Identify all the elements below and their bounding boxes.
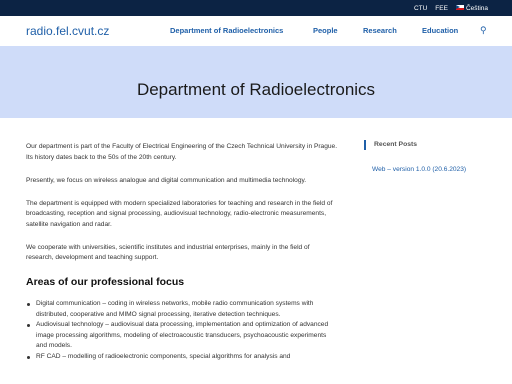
- laboratories-paragraph: The department is equipped with modern s…: [26, 199, 333, 228]
- nav-item-department[interactable]: Department of Radioelectronics: [170, 26, 283, 35]
- language-label: Čeština: [465, 4, 488, 12]
- ctu-link[interactable]: CTU: [414, 5, 427, 12]
- language-switch[interactable]: Čeština: [455, 4, 488, 12]
- page-title: Department of Radioelectronics: [136, 80, 376, 99]
- list-item: Digital communication – coding in wirele…: [26, 299, 338, 320]
- nav-item-people[interactable]: People: [313, 26, 338, 35]
- czech-flag-icon: [455, 5, 464, 11]
- main-nav: Department of Radioelectronics People Re…: [0, 25, 512, 38]
- page-hero: Department of Radioelectronics: [0, 46, 512, 118]
- list-item: Audiovisual technology – audiovisual dat…: [26, 320, 338, 352]
- top-bar: CTU FEE Čeština: [0, 0, 512, 16]
- top-links: CTU FEE Čeština: [414, 0, 488, 16]
- cooperation-paragraph: We cooperate with universities, scientif…: [26, 243, 310, 262]
- intro-paragraph: Our department is part of the Faculty of…: [26, 143, 338, 161]
- focus-heading: Areas of our professional focus: [26, 276, 185, 288]
- sidebar: Recent Posts Web – version 1.0.0 (20.6.2…: [364, 140, 488, 173]
- focus-paragraph: Presently, we focus on wireless analogue…: [26, 176, 307, 184]
- recent-post-link[interactable]: Web – version 1.0.0 (20.6.2023): [364, 166, 488, 173]
- recent-posts-title: Recent Posts: [364, 140, 488, 150]
- nav-item-education[interactable]: Education: [422, 26, 458, 35]
- nav-item-research[interactable]: Research: [363, 26, 397, 35]
- fee-link[interactable]: FEE: [435, 5, 448, 12]
- focus-list: Digital communication – coding in wirele…: [26, 299, 338, 362]
- search-icon[interactable]: ⚲: [480, 25, 487, 36]
- main-content: Our department is part of the Faculty of…: [26, 142, 338, 362]
- list-item: RF CAD – modelling of radioelectronic co…: [26, 352, 338, 363]
- site-header: radio.fel.cvut.cz Department of Radioele…: [0, 16, 512, 46]
